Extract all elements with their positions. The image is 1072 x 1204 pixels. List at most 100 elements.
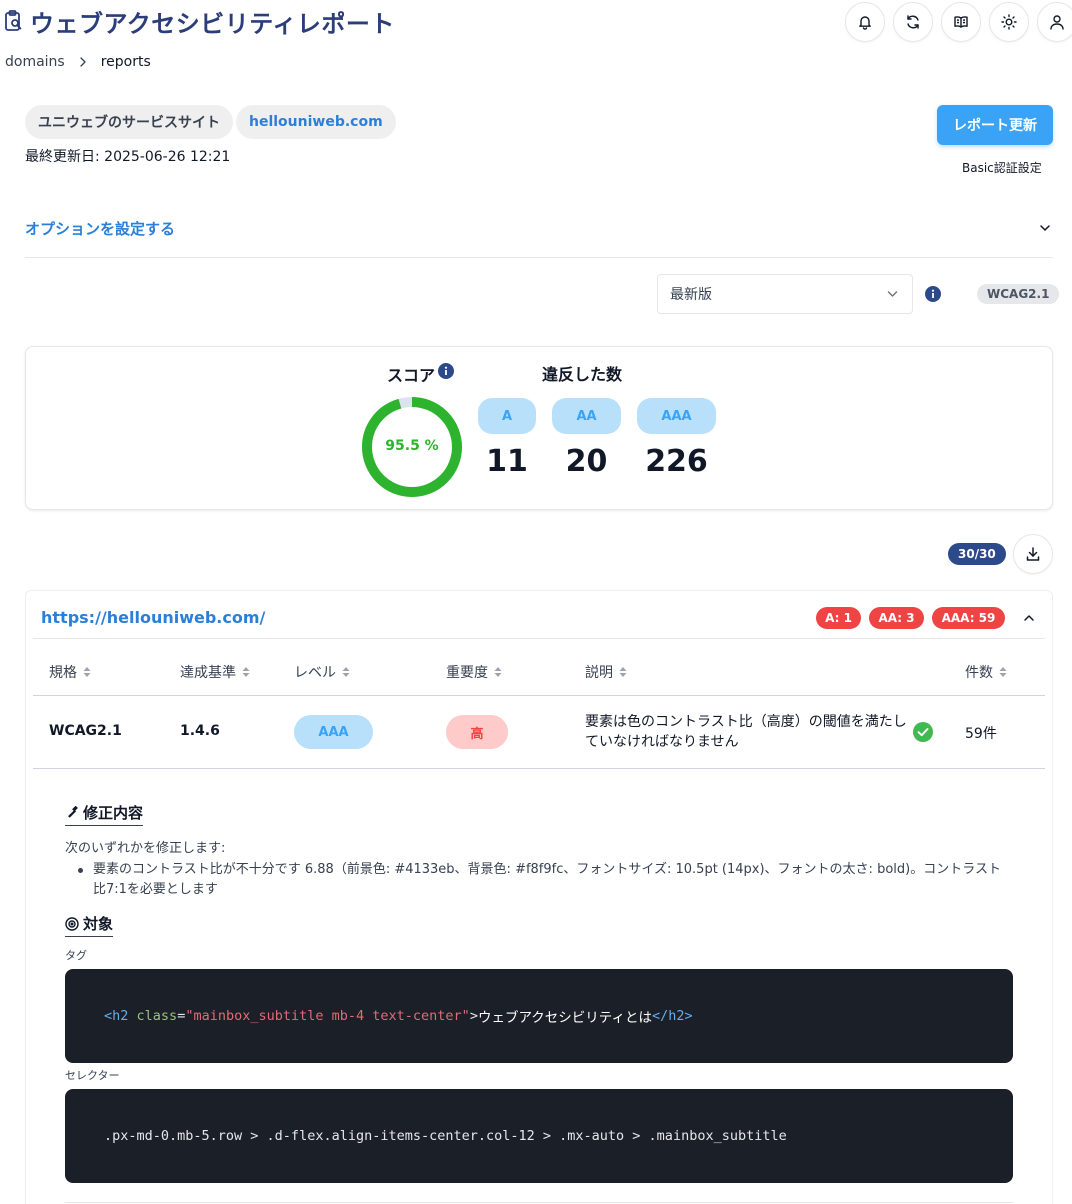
docs-button[interactable] bbox=[941, 2, 981, 42]
column-label: 説明 bbox=[585, 665, 613, 681]
column-label: 規格 bbox=[49, 665, 77, 681]
level-a-count: 11 bbox=[486, 444, 528, 479]
info-icon[interactable] bbox=[438, 363, 454, 379]
app-header: ウェブアクセシビリティレポート bbox=[0, 0, 1072, 44]
code-token: </h2> bbox=[651, 1008, 693, 1024]
options-toggle[interactable]: オプションを設定する bbox=[25, 218, 175, 239]
selector-code-block: .px-md-0.mb-5.row > .d-flex.align-items-… bbox=[65, 1089, 1013, 1183]
violations-title: 違反した数 bbox=[542, 365, 623, 384]
target-title-text: 対象 bbox=[83, 915, 114, 933]
code-token: class bbox=[136, 1008, 178, 1024]
refresh-icon bbox=[907, 15, 919, 29]
divider bbox=[33, 695, 1045, 696]
fix-section-title: 修正内容 bbox=[65, 802, 144, 826]
score-value: 95.5 % bbox=[385, 438, 439, 454]
column-header-level[interactable]: レベル bbox=[294, 662, 350, 682]
chevron-down-icon bbox=[887, 291, 898, 297]
book-icon bbox=[954, 16, 968, 28]
last-updated: 最終更新日: 2025-06-26 12:21 bbox=[25, 149, 231, 165]
column-label: 重要度 bbox=[446, 665, 488, 681]
level-a-pill: A bbox=[478, 398, 536, 434]
app-title: ウェブアクセシビリティレポート bbox=[30, 10, 395, 38]
version-select-value: 最新版 bbox=[670, 287, 712, 303]
divider bbox=[65, 1202, 1013, 1203]
chevron-up-icon[interactable] bbox=[1023, 613, 1035, 623]
notifications-button[interactable] bbox=[845, 2, 885, 42]
selector-label: セレクター bbox=[65, 1069, 120, 1082]
sort-icon bbox=[999, 667, 1007, 677]
column-label: 達成基準 bbox=[180, 665, 236, 681]
site-name-chip: ユニウェブのサービスサイト bbox=[25, 105, 233, 139]
level-aaa-count: 226 bbox=[645, 444, 708, 479]
theme-toggle-button[interactable] bbox=[989, 2, 1029, 42]
version-select[interactable]: 最新版 bbox=[657, 274, 913, 314]
sort-icon bbox=[619, 667, 627, 677]
target-section-title: 対象 bbox=[65, 913, 114, 937]
code-token: ウェブアクセシビリティとは bbox=[477, 1010, 652, 1026]
column-header-standard[interactable]: 規格 bbox=[49, 662, 91, 682]
tag-code-block: < h2 class = "mainbox_subtitle mb-4 text-ce… bbox=[65, 969, 1013, 1063]
download-button[interactable] bbox=[1013, 534, 1053, 574]
divider bbox=[25, 257, 1053, 258]
sort-icon bbox=[494, 667, 502, 677]
fix-item: 要素のコントラスト比が不十分です 6.88（前景色: #4133eb、背景色: … bbox=[93, 862, 1001, 897]
violation-badge-a: A: 1 bbox=[816, 607, 861, 629]
score-title: スコア bbox=[387, 366, 436, 385]
code-token: < bbox=[104, 1008, 113, 1024]
breadcrumb-reports: reports bbox=[100, 54, 151, 70]
download-icon bbox=[1026, 547, 1040, 561]
chevron-right-icon bbox=[80, 57, 86, 67]
violation-badge-aa: AA: 3 bbox=[869, 607, 924, 629]
standard-badge: WCAG2.1 bbox=[977, 284, 1060, 304]
site-domain-chip[interactable]: hellouniweb.com bbox=[236, 105, 396, 139]
check-circle-icon bbox=[913, 722, 933, 742]
column-label: レベル bbox=[294, 665, 336, 681]
divider bbox=[33, 638, 1045, 639]
basic-auth-link[interactable]: Basic認証設定 bbox=[962, 159, 1042, 176]
cell-count: 59件 bbox=[965, 726, 997, 742]
column-header-severity[interactable]: 重要度 bbox=[446, 662, 502, 682]
hammer-icon bbox=[68, 805, 78, 818]
score-card bbox=[25, 346, 1053, 510]
clipboard-search-icon bbox=[5, 10, 22, 31]
code-token: "mainbox_subtitle mb-4 text-center" bbox=[185, 1008, 470, 1024]
sort-icon bbox=[342, 667, 350, 677]
column-header-description[interactable]: 説明 bbox=[585, 662, 627, 682]
column-header-criterion[interactable]: 達成基準 bbox=[180, 662, 250, 682]
bullet bbox=[78, 868, 83, 873]
tag-label: タグ bbox=[65, 949, 87, 962]
sun-icon bbox=[1001, 14, 1017, 30]
account-button[interactable] bbox=[1037, 2, 1072, 42]
code-token: > bbox=[469, 1008, 478, 1024]
fix-intro: 次のいずれかを修正します: bbox=[65, 841, 226, 856]
cell-severity-badge: 高 bbox=[446, 715, 508, 749]
chevron-down-icon[interactable] bbox=[1039, 223, 1051, 233]
sort-icon bbox=[242, 667, 250, 677]
fix-title-text: 修正内容 bbox=[83, 804, 144, 822]
selector-code: .px-md-0.mb-5.row > .d-flex.align-items-… bbox=[104, 1128, 787, 1144]
cell-standard: WCAG2.1 bbox=[49, 723, 122, 739]
refresh-report-button[interactable]: レポート更新 bbox=[937, 105, 1053, 145]
sync-button[interactable] bbox=[893, 2, 933, 42]
breadcrumb-domains[interactable]: domains bbox=[5, 54, 65, 70]
target-icon bbox=[65, 916, 79, 931]
violation-badge-aaa: AAA: 59 bbox=[932, 607, 1005, 629]
column-header-count[interactable]: 件数 bbox=[965, 662, 1007, 682]
cell-description: 要素は色のコントラスト比（高度）の閾値を満たしていなければなりません bbox=[585, 714, 907, 750]
bell-icon bbox=[859, 16, 871, 30]
code-token: = bbox=[177, 1008, 186, 1024]
column-label: 件数 bbox=[965, 665, 993, 681]
code-token: h2 bbox=[112, 1008, 129, 1024]
page-count-badge: 30/30 bbox=[948, 543, 1006, 565]
user-icon bbox=[1050, 15, 1064, 30]
cell-criterion: 1.4.6 bbox=[180, 723, 220, 739]
divider bbox=[33, 768, 1045, 769]
sort-icon bbox=[83, 667, 91, 677]
level-aa-count: 20 bbox=[565, 444, 608, 479]
level-aaa-pill: AAA bbox=[637, 398, 716, 434]
level-aa-pill: AA bbox=[552, 398, 621, 434]
cell-level-badge: AAA bbox=[294, 715, 373, 749]
info-icon[interactable] bbox=[925, 286, 941, 302]
breadcrumb: domains reports bbox=[5, 54, 151, 70]
page-url-link[interactable]: https://hellouniweb.com/ bbox=[41, 608, 265, 627]
